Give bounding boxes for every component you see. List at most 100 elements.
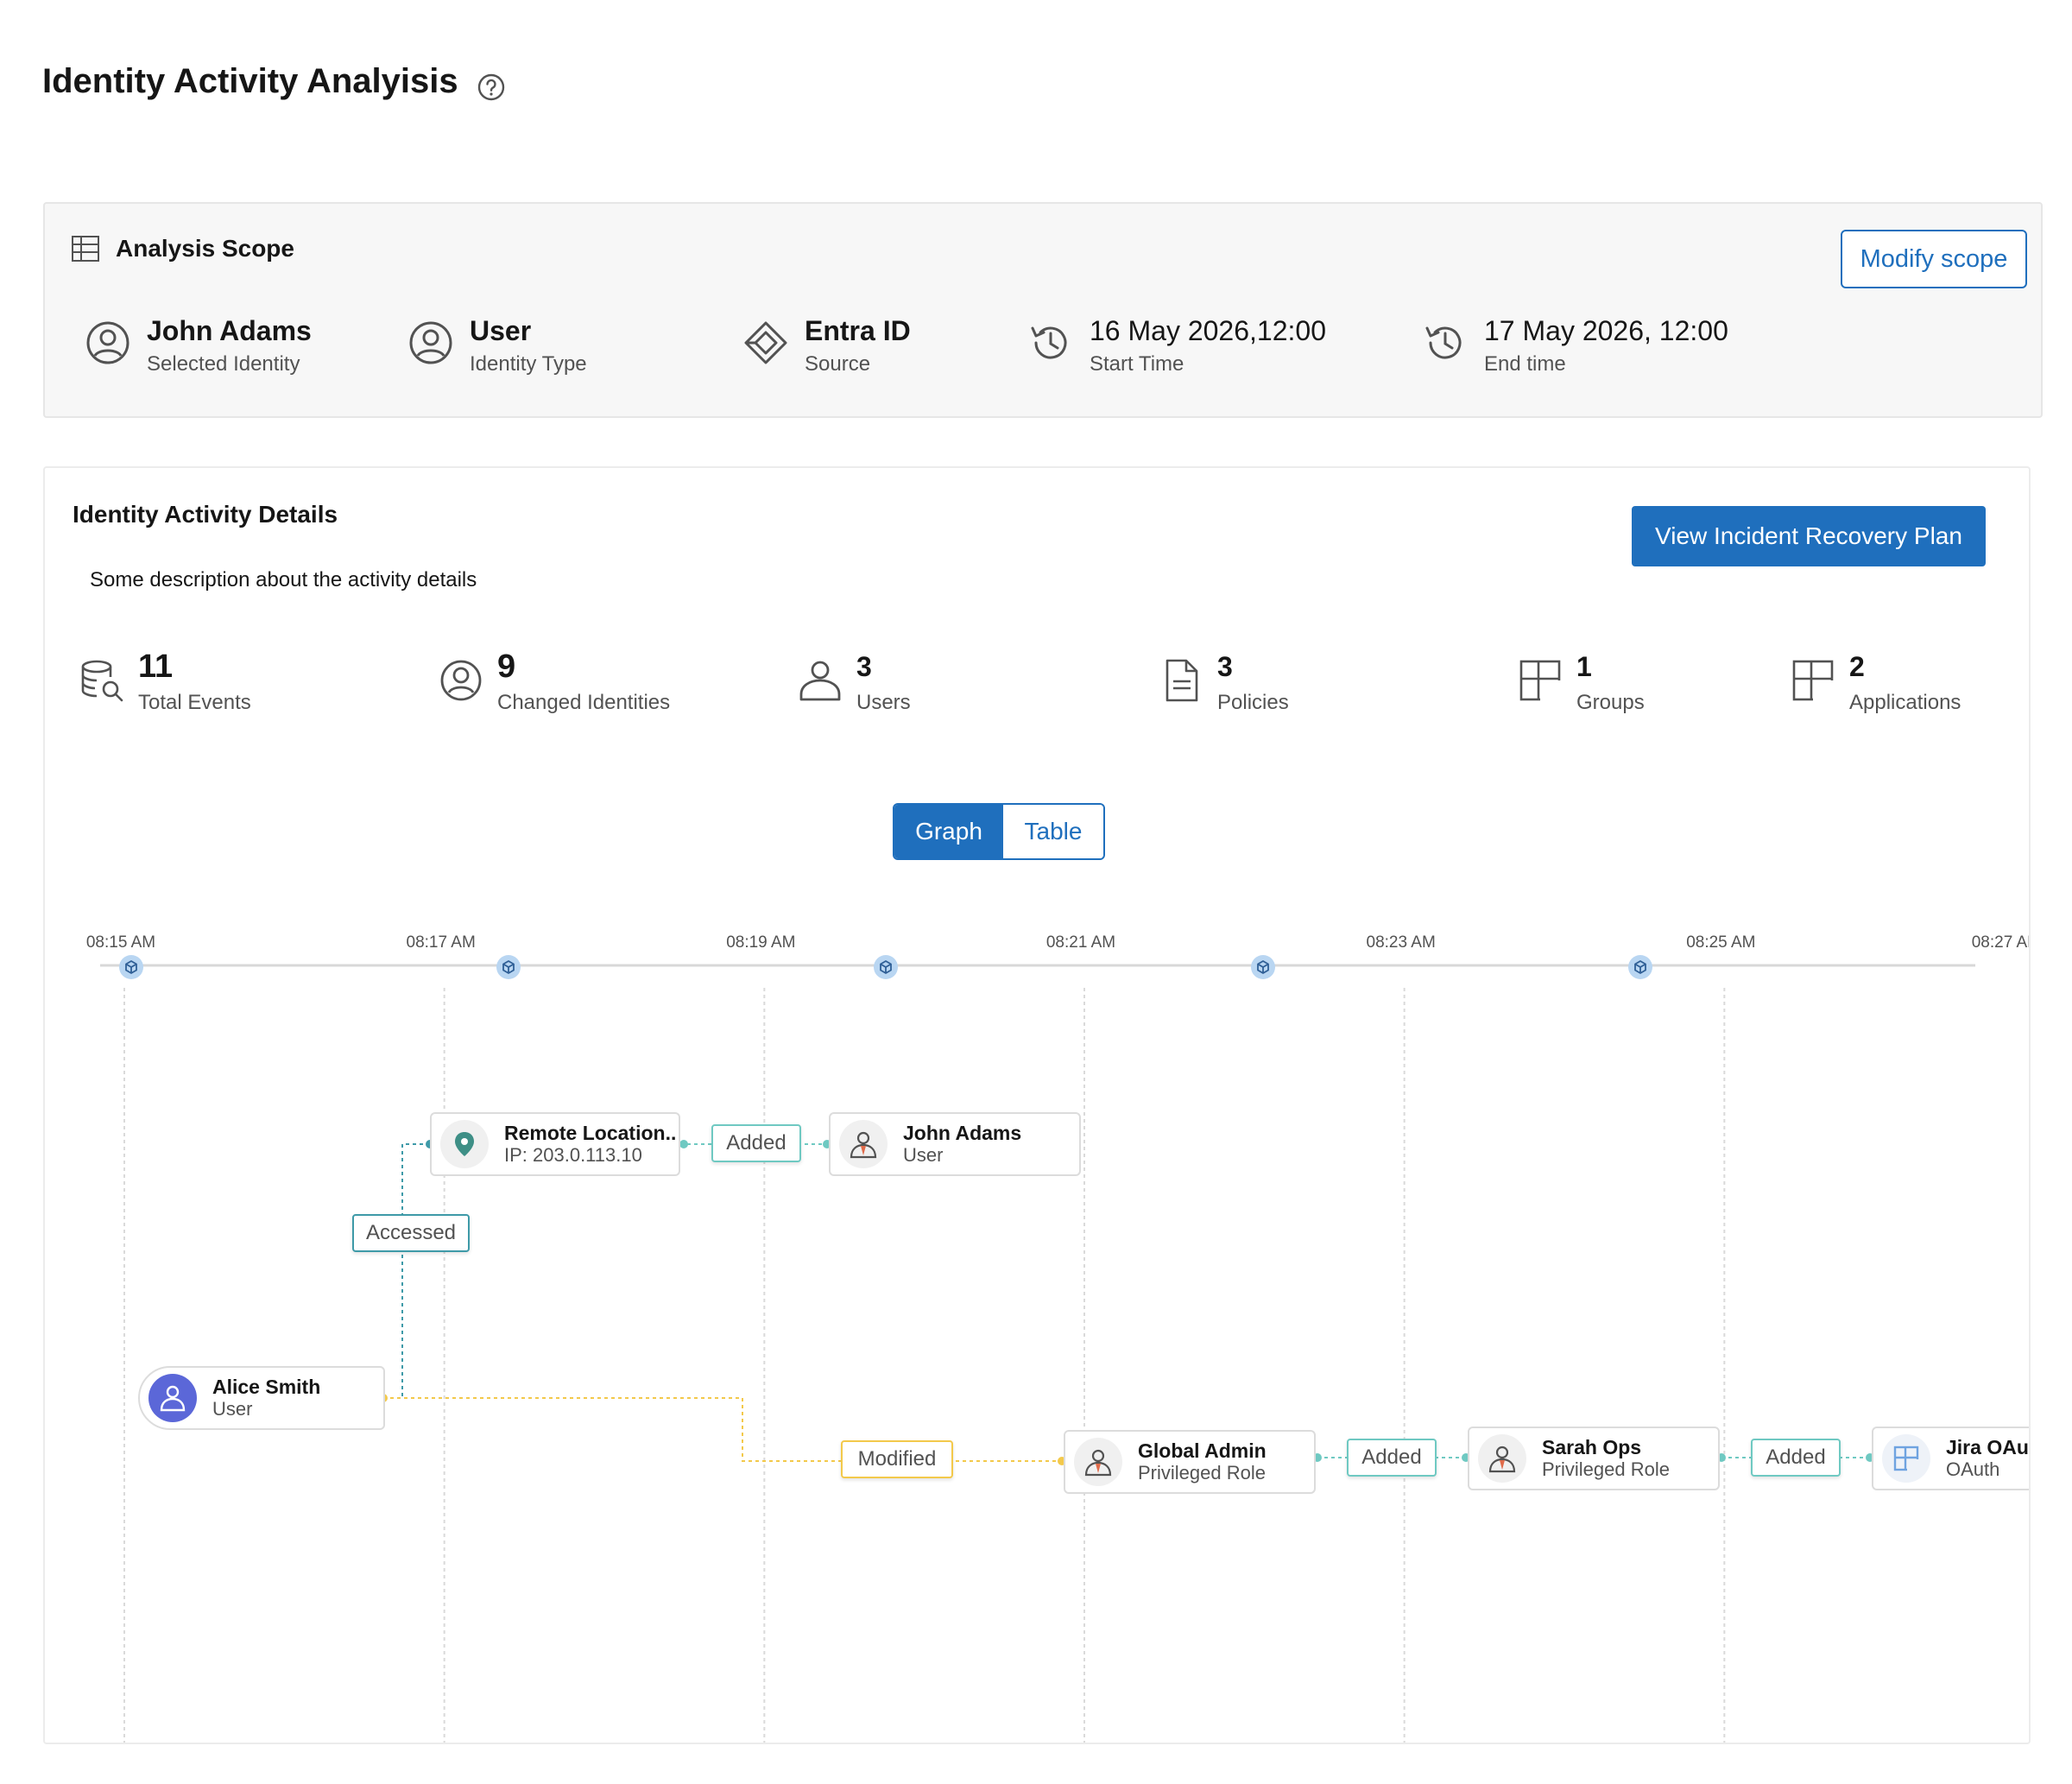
user-icon xyxy=(799,661,841,701)
timeline-tick-label: 08:19 AM xyxy=(726,933,795,952)
analysis-scope-header: Analysis Scope xyxy=(71,235,294,263)
modify-scope-button[interactable]: Modify scope xyxy=(1841,230,2027,288)
user-circle-icon xyxy=(409,321,452,364)
stat-label: Policies xyxy=(1217,691,1289,714)
page-title: Identity Activity Analyisis xyxy=(42,62,458,100)
node-title: Alice Smith xyxy=(212,1376,321,1398)
user-avatar-icon xyxy=(839,1120,888,1168)
stat-value: 9 xyxy=(497,648,516,685)
view-toggle: Graph Table xyxy=(893,803,1105,860)
node-sarah-ops[interactable]: Sarah Ops Privileged Role xyxy=(1468,1427,1720,1490)
stat-value: 3 xyxy=(1217,651,1233,682)
stat-label: Users xyxy=(856,691,911,714)
table-icon xyxy=(72,236,99,262)
stat-groups: 1 Groups xyxy=(1518,648,1645,715)
stat-label: Changed Identities xyxy=(497,691,671,714)
stat-applications: 2 Applications xyxy=(1791,648,1961,715)
node-subtitle: OAuth xyxy=(1946,1458,2000,1480)
entra-diamond-icon xyxy=(744,321,787,364)
timeline-tick-label: 08:21 AM xyxy=(1046,933,1115,952)
activity-timeline-graph: 08:15 AM 08:17 AM 08:19 AM 08:21 AM 08:23 AM… xyxy=(86,933,2031,1743)
identity-activity-details-card: 08:15 AM 08:17 AM 08:19 AM 08:21 AM 08:23 AM… xyxy=(43,466,2031,1744)
edge-accessed-line xyxy=(383,1143,430,1399)
node-jira-oauth[interactable]: Jira OAuth OAuth xyxy=(1872,1427,2029,1490)
user-avatar-icon xyxy=(148,1374,197,1422)
stat-value: 1 xyxy=(1576,651,1592,682)
node-global-admin[interactable]: Global Admin Privileged Role xyxy=(1064,1430,1316,1494)
user-avatar-icon xyxy=(1074,1438,1122,1486)
table-view-button[interactable]: Table xyxy=(1003,805,1103,858)
edge-modified-line xyxy=(383,1397,1064,1462)
help-icon[interactable] xyxy=(477,73,506,102)
scope-label: Selected Identity xyxy=(147,352,300,376)
node-remote-location[interactable]: Remote Location.. IP: 203.0.113.10 xyxy=(430,1112,680,1176)
application-grid-icon xyxy=(1882,1434,1930,1483)
group-grid-icon xyxy=(1519,660,1561,701)
node-subtitle: User xyxy=(903,1144,944,1166)
stat-changed-identities: 9 Changed Identities xyxy=(439,648,670,715)
user-avatar-icon xyxy=(1478,1434,1526,1483)
scope-end-time: 17 May 2026, 12:00 End time xyxy=(1422,314,1728,376)
stat-value: 11 xyxy=(138,648,174,685)
edge-label-added: Added xyxy=(711,1124,801,1162)
timeline-tick-label: 08:15 AM xyxy=(86,933,155,952)
group-grid-icon xyxy=(1792,660,1834,701)
scope-identity-type: User Identity Type xyxy=(407,314,587,376)
details-title: Identity Activity Details xyxy=(73,501,338,528)
analysis-scope-title: Analysis Scope xyxy=(116,235,294,262)
scope-value: 17 May 2026, 12:00 xyxy=(1484,315,1728,346)
scope-selected-identity: John Adams Selected Identity xyxy=(85,314,312,376)
node-title: Global Admin xyxy=(1138,1439,1267,1462)
node-john-adams[interactable]: John Adams User xyxy=(829,1112,1081,1176)
scope-value: Entra ID xyxy=(805,315,911,346)
stat-users: 3 Users xyxy=(798,648,911,715)
edge-added-dot xyxy=(679,1140,688,1148)
edge-label-modified: Modified xyxy=(841,1440,953,1478)
scope-source: Entra ID Source xyxy=(742,314,911,376)
edge-label-added: Added xyxy=(1347,1439,1437,1477)
node-alice-smith[interactable]: Alice Smith User xyxy=(138,1366,385,1430)
scope-label: End time xyxy=(1484,352,1566,376)
timeline-event-marker[interactable] xyxy=(1251,955,1275,979)
node-subtitle: Privileged Role xyxy=(1138,1462,1266,1484)
timeline-tick-label: 08:17 AM xyxy=(407,933,476,952)
node-subtitle: Privileged Role xyxy=(1542,1458,1670,1480)
timeline-event-markers[interactable] xyxy=(119,955,1652,979)
stat-label: Groups xyxy=(1576,691,1645,714)
timeline-event-marker[interactable] xyxy=(119,955,143,979)
stat-total-events: 11 Total Events xyxy=(79,648,251,715)
timeline-ticks: 08:15 AM 08:17 AM 08:19 AM 08:21 AM 08:23 AM… xyxy=(86,933,2031,1743)
node-title: John Adams xyxy=(903,1122,1022,1144)
database-search-icon xyxy=(81,660,123,702)
node-subtitle: IP: 203.0.113.10 xyxy=(504,1144,642,1166)
user-circle-icon xyxy=(440,660,482,701)
scope-value: 16 May 2026,12:00 xyxy=(1090,315,1326,346)
user-circle-icon xyxy=(86,321,130,364)
timeline-event-marker[interactable] xyxy=(496,955,521,979)
node-title: Jira OAuth xyxy=(1946,1436,2029,1458)
graph-view-button[interactable]: Graph xyxy=(894,805,1003,858)
timeline-tick-label: 08:25 AM xyxy=(1686,933,1755,952)
timeline-tick-label: 08:23 AM xyxy=(1367,933,1436,952)
stat-label: Total Events xyxy=(138,691,251,714)
scope-label: Identity Type xyxy=(470,352,587,376)
view-incident-recovery-plan-button[interactable]: View Incident Recovery Plan xyxy=(1632,506,1986,566)
timeline-event-marker[interactable] xyxy=(874,955,898,979)
location-pin-icon xyxy=(440,1120,489,1168)
details-description: Some description about the activity deta… xyxy=(90,568,477,592)
edge-label-added: Added xyxy=(1751,1439,1841,1477)
node-title: Remote Location.. xyxy=(504,1122,677,1144)
edge-label-accessed: Accessed xyxy=(352,1214,470,1252)
timeline-event-marker[interactable] xyxy=(1628,955,1652,979)
scope-label: Start Time xyxy=(1090,352,1184,376)
stat-value: 2 xyxy=(1849,651,1865,682)
history-icon xyxy=(1425,326,1462,359)
scope-value: User xyxy=(470,315,532,346)
timeline-tick-label: 08:27 AM xyxy=(1972,933,2031,952)
document-icon xyxy=(1166,659,1198,702)
stat-policies: 3 Policies xyxy=(1159,648,1289,715)
scope-start-time: 16 May 2026,12:00 Start Time xyxy=(1027,314,1326,376)
history-icon xyxy=(1031,326,1067,359)
stat-label: Applications xyxy=(1849,691,1961,714)
stat-value: 3 xyxy=(856,651,872,682)
